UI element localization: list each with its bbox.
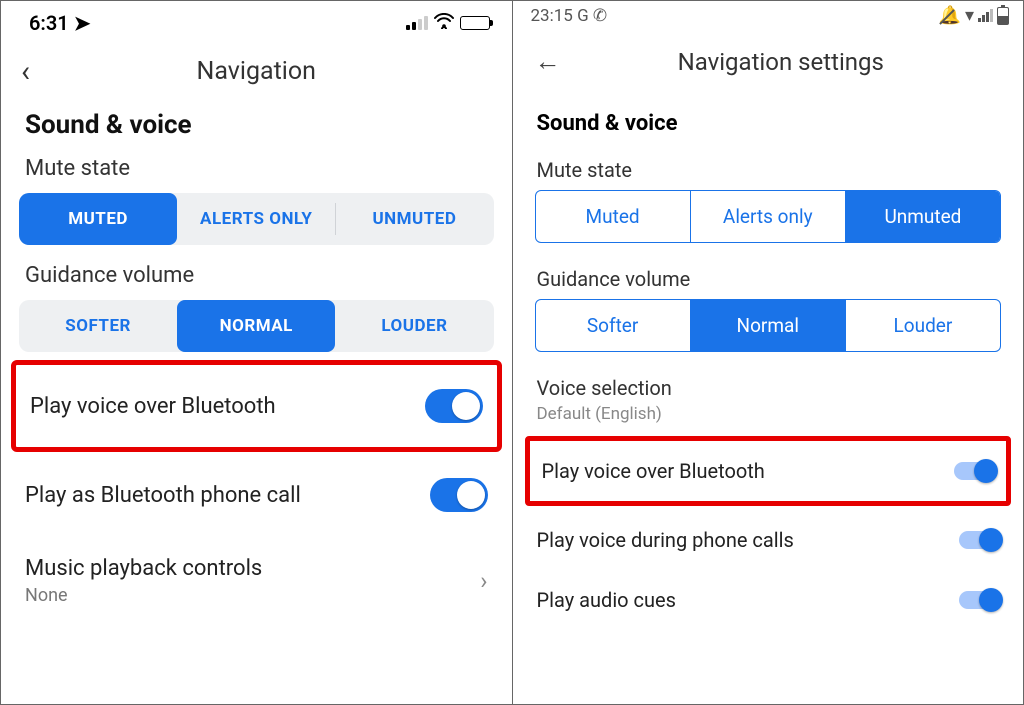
row-value: None — [25, 585, 262, 606]
row-label: Play voice over Bluetooth — [542, 459, 765, 483]
row-play-as-phone-call[interactable]: Play as Bluetooth phone call — [1, 456, 512, 534]
ios-header: ‹ Navigation — [1, 39, 512, 102]
row-label: Play as Bluetooth phone call — [25, 483, 301, 508]
status-time: 6:31 — [29, 11, 69, 35]
row-voice-selection[interactable]: Voice selection Default (English) — [513, 362, 1024, 430]
android-pane: 23:15 G ✆ 🔔 ▾ ← Navigation settings Soun… — [513, 1, 1024, 704]
android-header: ← Navigation settings — [513, 28, 1024, 91]
guidance-option-softer[interactable]: SOFTER — [19, 300, 177, 352]
location-arrow-icon: ➤ — [74, 11, 91, 35]
mute-bell-icon: 🔔 — [939, 5, 961, 26]
guidance-volume-segmented: SOFTER NORMAL LOUDER — [19, 300, 494, 352]
mute-option-muted[interactable]: MUTED — [19, 193, 177, 245]
guidance-option-normal[interactable]: Normal — [690, 300, 845, 351]
row-label: Voice selection — [537, 376, 1000, 400]
highlight-bluetooth: Play voice over Bluetooth — [525, 436, 1012, 506]
status-time: 23:15 — [531, 6, 573, 26]
android-status-bar: 23:15 G ✆ 🔔 ▾ — [513, 1, 1024, 28]
row-play-voice-during-calls[interactable]: Play voice during phone calls — [513, 510, 1024, 570]
row-play-voice-bluetooth[interactable]: Play voice over Bluetooth — [16, 367, 497, 445]
guidance-option-softer[interactable]: Softer — [536, 300, 690, 351]
cellular-signal-icon — [978, 9, 993, 22]
guidance-volume-label: Guidance volume — [513, 253, 1024, 299]
mute-state-segmented: Muted Alerts only Unmuted — [535, 190, 1002, 243]
section-sound-voice: Sound & voice — [1, 102, 512, 146]
mute-option-alerts[interactable]: Alerts only — [690, 191, 845, 242]
android-status-left: 23:15 G ✆ — [531, 6, 608, 26]
ios-status-right — [406, 13, 490, 34]
mute-state-segmented: MUTED ALERTS ONLY UNMUTED — [19, 193, 494, 245]
guidance-option-louder[interactable]: Louder — [845, 300, 1000, 351]
ios-status-left: 6:31 ➤ — [29, 11, 90, 35]
row-play-audio-cues[interactable]: Play audio cues — [513, 570, 1024, 630]
row-label: Play audio cues — [537, 588, 676, 612]
row-label: Music playback controls — [25, 556, 262, 581]
google-icon: G — [577, 6, 589, 26]
toggle-play-voice-bluetooth[interactable] — [425, 389, 483, 423]
phone-icon: ✆ — [593, 6, 607, 26]
mute-state-label: Mute state — [513, 144, 1024, 190]
row-label: Play voice during phone calls — [537, 528, 794, 552]
battery-icon — [997, 7, 1009, 25]
signal-down-icon: ▾ — [965, 5, 974, 26]
ios-pane: 6:31 ➤ ‹ Navigation Sound & voice Mute s… — [1, 1, 513, 704]
guidance-volume-label: Guidance volume — [1, 253, 512, 294]
row-music-playback-controls[interactable]: Music playback controls None › — [1, 534, 512, 628]
ios-status-bar: 6:31 ➤ — [1, 1, 512, 39]
page-title: Navigation — [197, 57, 316, 86]
mute-option-unmuted[interactable]: Unmuted — [845, 191, 1000, 242]
guidance-volume-segmented: Softer Normal Louder — [535, 299, 1002, 352]
guidance-option-normal[interactable]: NORMAL — [177, 300, 335, 352]
cellular-signal-icon — [406, 16, 428, 30]
row-value: Default (English) — [537, 404, 1000, 424]
battery-icon — [460, 16, 490, 30]
wifi-icon — [434, 13, 454, 34]
mute-option-unmuted[interactable]: UNMUTED — [335, 193, 493, 245]
row-play-voice-bluetooth[interactable]: Play voice over Bluetooth — [530, 441, 1007, 501]
mute-option-muted[interactable]: Muted — [536, 191, 690, 242]
mute-option-alerts[interactable]: ALERTS ONLY — [177, 193, 335, 245]
back-button[interactable]: ‹ — [21, 57, 30, 87]
section-sound-voice: Sound & voice — [513, 91, 1024, 144]
back-button[interactable]: ← — [535, 46, 561, 77]
row-label: Play voice over Bluetooth — [30, 394, 276, 419]
chevron-right-icon: › — [480, 567, 487, 595]
toggle-play-voice-during-calls[interactable] — [959, 531, 999, 549]
toggle-play-as-phone-call[interactable] — [430, 478, 488, 512]
guidance-option-louder[interactable]: LOUDER — [335, 300, 493, 352]
toggle-play-voice-bluetooth[interactable] — [954, 462, 994, 480]
android-status-right: 🔔 ▾ — [939, 5, 1009, 26]
highlight-bluetooth: Play voice over Bluetooth — [11, 360, 502, 452]
mute-state-label: Mute state — [1, 146, 512, 187]
page-title: Navigation settings — [601, 48, 962, 76]
toggle-play-audio-cues[interactable] — [959, 591, 999, 609]
